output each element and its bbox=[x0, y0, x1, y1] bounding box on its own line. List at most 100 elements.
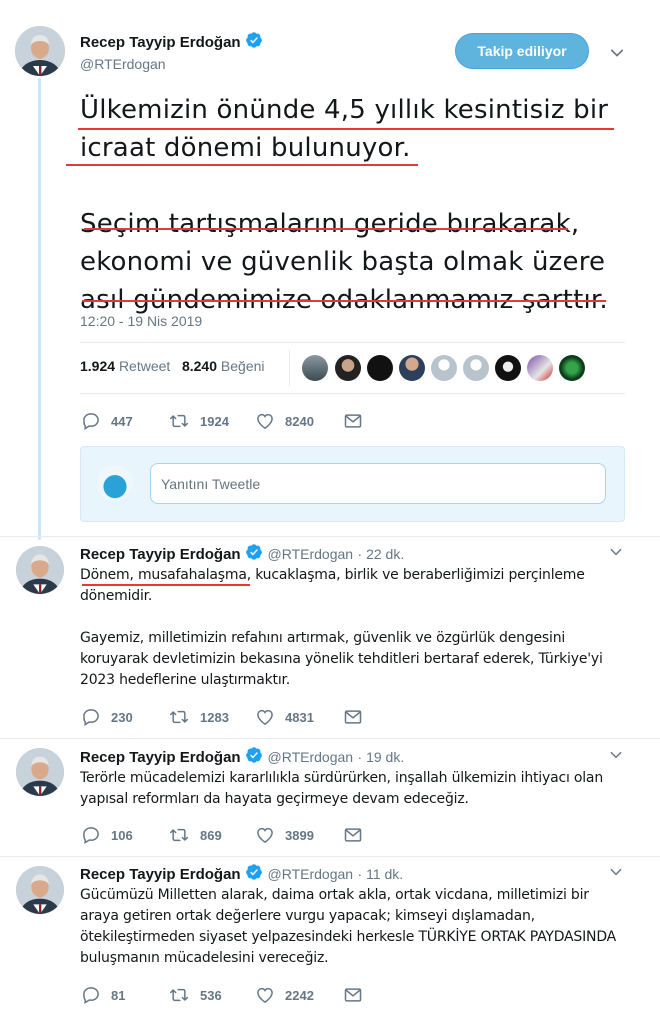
retweet-stat-label: Retweet bbox=[118, 358, 171, 374]
envelope-icon bbox=[343, 985, 363, 1005]
tweet-timestamp[interactable]: 12:20 - 19 Nis 2019 bbox=[80, 313, 202, 329]
author-handle[interactable]: @RTErdogan bbox=[268, 546, 354, 562]
avatar[interactable] bbox=[16, 866, 64, 914]
reply-count: 81 bbox=[111, 987, 126, 1003]
retweet-icon bbox=[168, 825, 190, 845]
liker-avatar[interactable] bbox=[495, 355, 521, 381]
retweet-action-count: 1924 bbox=[200, 413, 229, 429]
avatar[interactable] bbox=[16, 748, 64, 796]
retweet-icon bbox=[168, 707, 190, 727]
like-button[interactable]: 4831 bbox=[255, 707, 314, 727]
chevron-down-icon[interactable] bbox=[608, 864, 624, 880]
profile-photo-icon bbox=[16, 546, 64, 594]
reply-icon bbox=[81, 707, 101, 727]
like-count: 8.240 bbox=[181, 358, 218, 374]
heart-icon bbox=[255, 825, 275, 845]
verified-badge-icon bbox=[245, 543, 263, 561]
avatar[interactable] bbox=[15, 26, 65, 76]
following-button[interactable]: Takip ediliyor bbox=[455, 33, 589, 69]
chevron-down-icon[interactable] bbox=[608, 544, 624, 560]
composer-avatar bbox=[97, 465, 133, 501]
author-block[interactable]: Recep Tayyip Erdoğan bbox=[80, 31, 263, 52]
annotation-underline bbox=[84, 228, 568, 230]
chevron-down-icon[interactable] bbox=[608, 44, 626, 62]
annotation-underline bbox=[66, 164, 418, 166]
reply-input[interactable]: Yanıtını Tweetle bbox=[150, 463, 606, 504]
tweet-time[interactable]: · 19 dk. bbox=[358, 749, 405, 765]
liker-avatar[interactable] bbox=[302, 355, 328, 381]
retweet-button[interactable]: 1924 bbox=[168, 411, 229, 431]
tweet-header: Recep Tayyip Erdoğan @RTErdogan · 11 dk. bbox=[80, 863, 403, 884]
author-name[interactable]: Recep Tayyip Erdoğan bbox=[80, 749, 241, 766]
avatar[interactable] bbox=[16, 546, 64, 594]
like-action-count: 8240 bbox=[285, 413, 314, 429]
divider bbox=[0, 856, 660, 857]
retweet-icon bbox=[168, 985, 190, 1005]
author-handle[interactable]: @RTErdogan bbox=[268, 866, 354, 882]
reply-icon bbox=[81, 825, 101, 845]
retweet-button[interactable]: 1283 bbox=[168, 707, 229, 727]
verified-badge-icon bbox=[245, 31, 263, 49]
reply-count: 230 bbox=[111, 709, 133, 725]
retweet-icon bbox=[168, 411, 190, 431]
author-handle[interactable]: @RTErdogan bbox=[80, 56, 166, 72]
direct-message-button[interactable] bbox=[343, 825, 363, 845]
direct-message-button[interactable] bbox=[343, 411, 363, 431]
retweet-count: 1.924 bbox=[80, 358, 116, 374]
tweet-paragraph: Gücümüzü Milletten alarak, daima ortak a… bbox=[80, 887, 617, 966]
author-name[interactable]: Recep Tayyip Erdoğan bbox=[80, 546, 241, 563]
author-name[interactable]: Recep Tayyip Erdoğan bbox=[80, 34, 241, 51]
liker-avatar[interactable] bbox=[431, 355, 457, 381]
reply-button[interactable]: 106 bbox=[81, 825, 133, 845]
divider bbox=[0, 536, 660, 537]
author-handle[interactable]: @RTErdogan bbox=[268, 749, 354, 765]
tweet-text: Ülkemizin önünde 4,5 yıllık kesintisiz b… bbox=[80, 91, 608, 319]
reply-button[interactable]: 447 bbox=[81, 411, 133, 431]
liker-avatar[interactable] bbox=[559, 355, 585, 381]
annotation-underline bbox=[82, 584, 250, 586]
thread-connector bbox=[38, 78, 41, 540]
retweet-button[interactable]: 536 bbox=[168, 985, 222, 1005]
like-button[interactable]: 2242 bbox=[255, 985, 314, 1005]
like-stat[interactable]: 8.240 Beğeni bbox=[182, 358, 265, 374]
tweet-paragraph: Dönem, musafahalaşma, kucaklaşma, birlik… bbox=[80, 567, 585, 604]
reply-button[interactable]: 81 bbox=[81, 985, 125, 1005]
like-button[interactable]: 3899 bbox=[255, 825, 314, 845]
liker-avatar[interactable] bbox=[527, 355, 553, 381]
tweet-line: Ülkemizin önünde 4,5 yıllık kesintisiz b… bbox=[80, 95, 609, 125]
reply-button[interactable]: 230 bbox=[81, 707, 133, 727]
annotation-underline bbox=[82, 300, 606, 302]
like-button[interactable]: 8240 bbox=[255, 411, 314, 431]
reply-icon bbox=[81, 411, 101, 431]
direct-message-button[interactable] bbox=[343, 985, 363, 1005]
envelope-icon bbox=[343, 411, 363, 431]
profile-photo-icon bbox=[16, 866, 64, 914]
profile-photo-icon bbox=[15, 26, 65, 76]
liker-avatar[interactable] bbox=[367, 355, 393, 381]
retweet-stat[interactable]: 1.924 Retweet bbox=[80, 358, 170, 374]
divider bbox=[80, 393, 625, 394]
verified-badge-icon bbox=[245, 746, 263, 764]
tweet-line: Seçim tartışmalarını geride bırakarak, bbox=[80, 209, 580, 239]
liker-avatar[interactable] bbox=[399, 355, 425, 381]
like-count: 3899 bbox=[285, 827, 314, 843]
liker-avatar[interactable] bbox=[335, 355, 361, 381]
retweet-button[interactable]: 869 bbox=[168, 825, 222, 845]
tweet-text: Terörle mücadelemizi kararlılıkla sürdür… bbox=[80, 768, 625, 810]
direct-message-button[interactable] bbox=[343, 707, 363, 727]
liker-avatar[interactable] bbox=[463, 355, 489, 381]
chevron-down-icon[interactable] bbox=[608, 747, 624, 763]
tweet-paragraph: Gayemiz, milletimizin refahını artırmak,… bbox=[80, 630, 603, 688]
like-count: 2242 bbox=[285, 987, 314, 1003]
retweet-count: 869 bbox=[200, 827, 222, 843]
tweet-time[interactable]: · 22 dk. bbox=[358, 546, 405, 562]
retweet-count: 1283 bbox=[200, 709, 229, 725]
heart-icon bbox=[255, 985, 275, 1005]
engagement-stats: 1.924 Retweet 8.240 Beğeni bbox=[80, 358, 265, 374]
annotation-underline bbox=[78, 128, 614, 130]
author-name[interactable]: Recep Tayyip Erdoğan bbox=[80, 866, 241, 883]
tweet-time[interactable]: · 11 dk. bbox=[358, 866, 404, 882]
reply-count: 106 bbox=[111, 827, 133, 843]
stats-separator bbox=[289, 350, 290, 386]
tweet-line: icraat dönemi bulunuyor. bbox=[80, 133, 411, 163]
